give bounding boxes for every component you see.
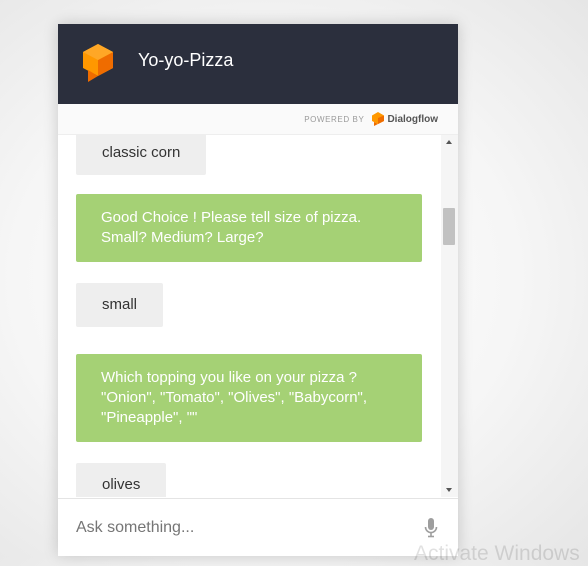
message-input[interactable]	[74, 513, 408, 543]
scroll-down-arrow-icon[interactable]	[446, 488, 452, 492]
powered-by-label: POWERED BY	[304, 114, 365, 124]
message-list[interactable]: classic corn Good Choice ! Please tell s…	[58, 135, 442, 497]
dialogflow-brand: Dialogflow	[387, 113, 438, 125]
user-message: small	[76, 283, 164, 327]
scroll-up-arrow-icon[interactable]	[446, 140, 452, 144]
chat-header: Yo-yo-Pizza	[58, 24, 458, 104]
user-message: classic corn	[76, 135, 207, 175]
powered-by-bar: POWERED BY Dialogflow	[58, 104, 458, 135]
dialogflow-small-icon	[372, 112, 385, 126]
message-scrollbar[interactable]	[441, 135, 458, 497]
windows-activation-watermark: Activate Windows	[414, 542, 580, 565]
chat-title: Yo-yo-Pizza	[138, 50, 234, 70]
bot-message: Good Choice ! Please tell size of pizza.…	[76, 194, 422, 262]
scrollbar-thumb[interactable]	[443, 208, 455, 245]
input-bar	[58, 498, 458, 556]
dialogflow-logo-icon	[83, 44, 113, 82]
chat-widget: Yo-yo-Pizza POWERED BY Dialogflow classi…	[58, 24, 458, 556]
microphone-icon[interactable]	[424, 518, 438, 538]
user-message: olives	[76, 463, 167, 497]
bot-message: Which topping you like on your pizza ? "…	[76, 354, 422, 442]
